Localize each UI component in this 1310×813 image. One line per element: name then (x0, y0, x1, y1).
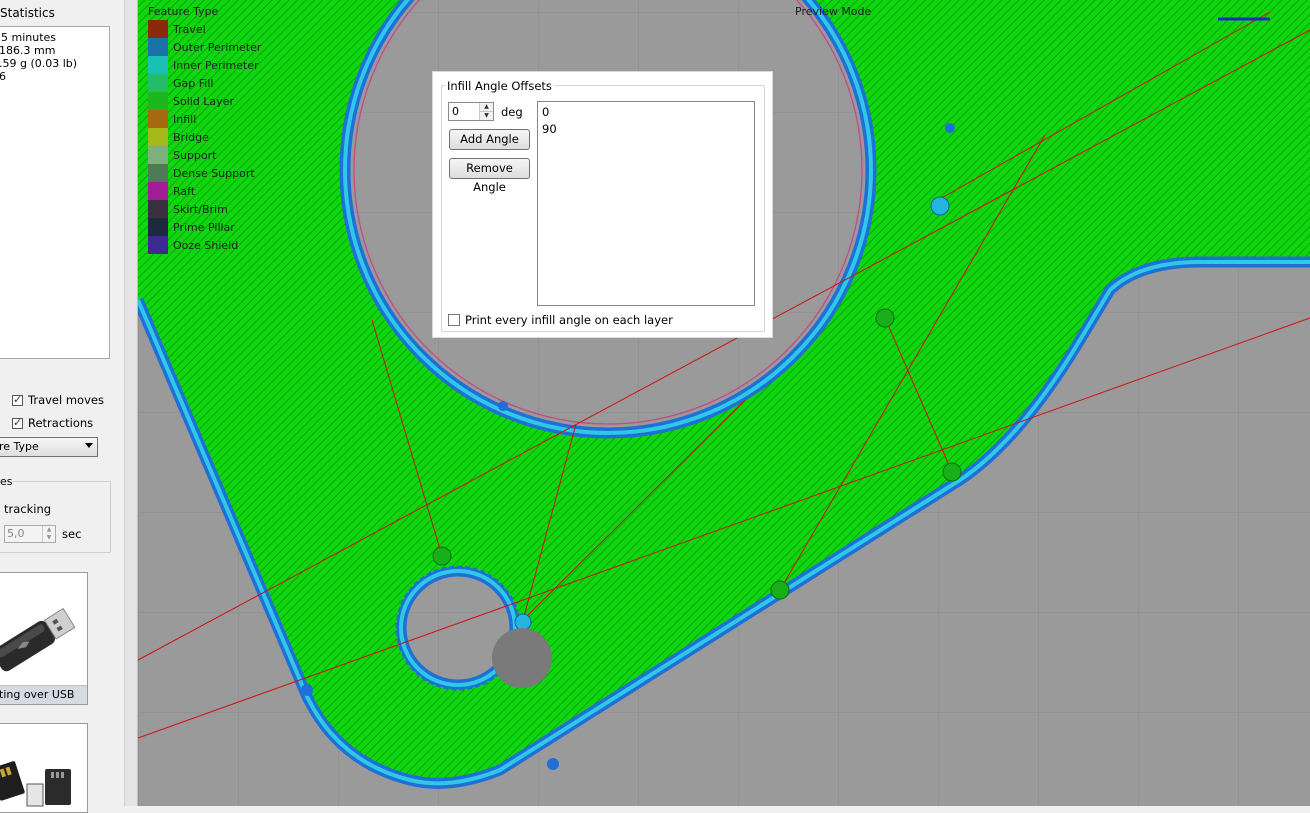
usb-printing-tile[interactable]: ting over USB (0, 572, 88, 705)
stat-other: 6 (0, 70, 109, 83)
chevron-down-icon (85, 443, 93, 448)
legend-title: Feature Type (148, 5, 261, 18)
legend-item: Raft (148, 182, 261, 200)
spin-down-icon[interactable]: ▼ (479, 112, 493, 120)
feature-type-legend: Feature Type Travel Outer Perimeter Inner … (148, 5, 261, 254)
tracking-group-title: es (0, 475, 13, 488)
print-every-angle-checkbox[interactable]: Print every infill angle on each layer (448, 313, 673, 327)
tracking-seconds-value: 5,0 (7, 527, 25, 540)
legend-item: Support (148, 146, 261, 164)
preview-mode-label: Preview Mode (795, 5, 871, 18)
sd-card-tile[interactable] (0, 723, 88, 813)
travel-moves-check-icon[interactable] (12, 395, 23, 406)
legend-swatch (148, 92, 168, 110)
legend-label: Bridge (173, 131, 209, 144)
legend-label: Infill (173, 113, 196, 126)
tracking-seconds-spinner[interactable]: 5,0 ▲ ▼ (4, 525, 56, 543)
panel-splitter[interactable] (124, 0, 138, 806)
legend-swatch (148, 56, 168, 74)
legend-item: Inner Perimeter (148, 56, 261, 74)
legend-item: Ooze Shield (148, 236, 261, 254)
legend-item: Travel (148, 20, 261, 38)
color-by-dropdown[interactable]: re Type (0, 437, 98, 457)
stat-filament-length: 186.3 mm (0, 44, 109, 57)
legend-swatch (148, 200, 168, 218)
legend-label: Prime Pillar (173, 221, 235, 234)
print-every-check-box[interactable] (448, 314, 460, 326)
stat-build-time: 5 minutes (0, 31, 109, 44)
angle-spinner-value: 0 (452, 105, 459, 118)
print-every-label: Print every infill angle on each layer (465, 313, 673, 327)
tracking-label: tracking (4, 502, 51, 516)
angle-list[interactable]: 0 90 (537, 101, 755, 306)
angle-spinner[interactable]: 0 ▲ ▼ (448, 102, 494, 121)
nozzle-tip (492, 628, 552, 688)
usb-tile-label: ting over USB (0, 685, 87, 704)
legend-label: Solid Layer (173, 95, 234, 108)
legend-item: Infill (148, 110, 261, 128)
dialog-title: Infill Angle Offsets (445, 79, 554, 93)
angle-list-item[interactable]: 90 (542, 121, 750, 138)
legend-label: Inner Perimeter (173, 59, 259, 72)
legend-swatch (148, 218, 168, 236)
legend-label: Travel (173, 23, 206, 36)
legend-swatch (148, 182, 168, 200)
legend-label: Raft (173, 185, 195, 198)
spin-up-icon[interactable]: ▲ (479, 103, 493, 112)
legend-item: Prime Pillar (148, 218, 261, 236)
legend-swatch (148, 146, 168, 164)
retractions-label: Retractions (28, 416, 93, 430)
angle-unit-label: deg (501, 105, 523, 119)
legend-item: Dense Support (148, 164, 261, 182)
legend-swatch (148, 74, 168, 92)
retractions-check-icon[interactable] (12, 418, 23, 429)
stat-plastic-weight: .59 g (0.03 lb) (0, 57, 109, 70)
legend-label: Gap Fill (173, 77, 213, 90)
legend-swatch (148, 236, 168, 254)
legend-swatch (148, 38, 168, 56)
legend-label: Skirt/Brim (173, 203, 228, 216)
travel-moves-checkbox[interactable]: Travel moves (12, 393, 104, 407)
travel-moves-label: Travel moves (28, 393, 104, 407)
legend-label: Dense Support (173, 167, 255, 180)
retractions-checkbox[interactable]: Retractions (12, 416, 93, 430)
angle-list-item[interactable]: 0 (542, 104, 750, 121)
add-angle-button[interactable]: Add Angle (449, 129, 530, 150)
legend-label: Ooze Shield (173, 239, 238, 252)
legend-label: Outer Perimeter (173, 41, 261, 54)
legend-swatch (148, 110, 168, 128)
usb-drive-icon (0, 573, 87, 685)
tracking-unit: sec (62, 527, 81, 541)
spin-up-icon[interactable]: ▲ (42, 526, 55, 534)
legend-item: Outer Perimeter (148, 38, 261, 56)
legend-swatch (148, 20, 168, 38)
color-by-dropdown-value: re Type (0, 440, 39, 453)
legend-swatch (148, 164, 168, 182)
legend-item: Gap Fill (148, 74, 261, 92)
statistics-box: 5 minutes 186.3 mm .59 g (0.03 lb) 6 (0, 26, 110, 359)
legend-item: Solid Layer (148, 92, 261, 110)
statistics-title: Statistics (0, 6, 55, 20)
legend-item: Skirt/Brim (148, 200, 261, 218)
left-panel: Statistics 5 minutes 186.3 mm .59 g (0.0… (0, 0, 124, 806)
legend-swatch (148, 128, 168, 146)
remove-angle-button[interactable]: Remove Angle (449, 158, 530, 179)
legend-label: Support (173, 149, 216, 162)
spin-down-icon[interactable]: ▼ (42, 534, 55, 542)
legend-item: Bridge (148, 128, 261, 146)
sd-card-icon (0, 724, 87, 808)
